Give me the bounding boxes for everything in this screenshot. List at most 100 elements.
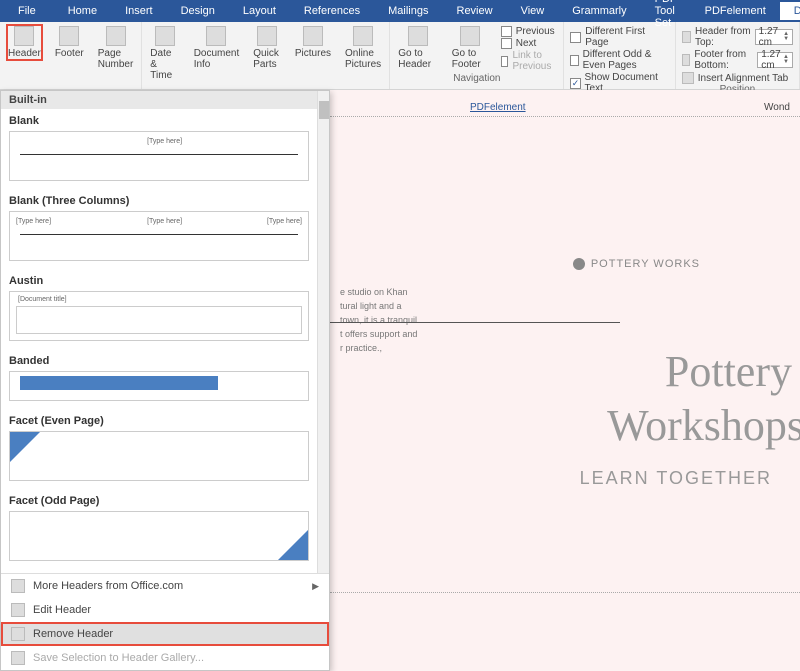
more-headers-label: More Headers from Office.com	[33, 580, 183, 592]
online-pictures-label: Online Pictures	[345, 48, 381, 70]
footer-from-bottom-row: Footer from Bottom: 1.27 cm▲▼	[682, 49, 793, 71]
spinner-icon[interactable]: ▲▼	[783, 32, 789, 42]
header-gallery-dropdown: Built-in Blank [Type here] Blank (Three …	[0, 90, 330, 671]
item-facet-odd-label: Facet (Odd Page)	[1, 489, 317, 509]
footer-from-bottom-input[interactable]: 1.27 cm▲▼	[757, 52, 793, 68]
header-link-pdfelement[interactable]: PDFelement	[470, 102, 526, 113]
item-facet-even-label: Facet (Even Page)	[1, 409, 317, 429]
ribbon-group-insert: Date & Time Document Info Quick Parts Pi…	[142, 22, 390, 89]
document-info-icon	[206, 26, 226, 46]
footer-bottom-icon	[682, 54, 691, 66]
online-pictures-icon	[353, 26, 373, 46]
tab-references[interactable]: References	[290, 2, 374, 20]
remove-header-label: Remove Header	[33, 628, 113, 640]
quick-parts-button[interactable]: Quick Parts	[251, 24, 283, 72]
header-icon	[14, 26, 34, 46]
item-blank-3col-label: Blank (Three Columns)	[1, 189, 317, 209]
link-label: Link to Previous	[512, 50, 557, 72]
save-icon	[11, 651, 25, 665]
tab-file[interactable]: File	[0, 2, 54, 20]
more-headers-button[interactable]: More Headers from Office.com ▶	[1, 574, 329, 598]
item-blank-3col-preview[interactable]: [Type here] [Type here] [Type here]	[9, 211, 309, 261]
goto-footer-icon	[460, 26, 480, 46]
header-button[interactable]: Header	[6, 24, 43, 61]
online-pictures-button[interactable]: Online Pictures	[343, 24, 383, 72]
item-austin-preview[interactable]: [Document title]	[9, 291, 309, 341]
insert-alignment-tab-button[interactable]: Insert Alignment Tab	[682, 72, 793, 84]
ribbon-group-position: Header from Top: 1.27 cm▲▼ Footer from B…	[676, 22, 800, 89]
subtitle-learn: LEARN TOGETHER	[580, 468, 772, 489]
gallery-footer: More Headers from Office.com ▶ Edit Head…	[1, 573, 329, 670]
tab-layout[interactable]: Layout	[229, 2, 290, 20]
tab-design[interactable]: Design	[167, 2, 229, 20]
header-boundary	[330, 116, 800, 117]
goto-header-label: Go to Header	[398, 48, 438, 70]
placeholder-text: [Document title]	[18, 296, 67, 303]
gallery-scrollbar[interactable]	[317, 91, 329, 573]
footer-icon	[59, 26, 79, 46]
item-blank-preview[interactable]: [Type here]	[9, 131, 309, 181]
tab-insert[interactable]: Insert	[111, 2, 167, 20]
edit-header-button[interactable]: Edit Header	[1, 598, 329, 622]
header-from-top-input[interactable]: 1.27 cm▲▼	[755, 29, 793, 45]
tab-grammarly[interactable]: Grammarly	[558, 2, 640, 20]
diff-first-label: Different First Page	[585, 26, 669, 48]
tab-pdfelement[interactable]: PDFelement	[691, 2, 780, 20]
link-icon	[501, 56, 509, 67]
document-surface: PDFelement Wond e studio on Khan tural l…	[330, 90, 800, 671]
header-top-value: 1.27 cm	[759, 26, 783, 48]
group-label-insert	[148, 83, 383, 87]
tab-view[interactable]: View	[507, 2, 559, 20]
tab-home[interactable]: Home	[54, 2, 111, 20]
item-facet-even-preview[interactable]	[9, 431, 309, 481]
link-to-previous-button[interactable]: Link to Previous	[501, 50, 558, 72]
page-number-button[interactable]: Page Number	[96, 24, 136, 72]
gallery-scroll: Built-in Blank [Type here] Blank (Three …	[1, 91, 329, 573]
item-facet-odd-preview[interactable]	[9, 511, 309, 561]
remove-header-button[interactable]: Remove Header	[1, 622, 329, 646]
pictures-icon	[303, 26, 323, 46]
ribbon-group-header-footer: Header Footer Page Number	[0, 22, 142, 89]
footer-bottom-label: Footer from Bottom:	[694, 49, 753, 71]
footer-boundary	[330, 592, 800, 593]
item-banded-preview[interactable]	[9, 371, 309, 401]
scrollbar-thumb[interactable]	[319, 101, 329, 119]
tab-mailings[interactable]: Mailings	[374, 2, 442, 20]
title-pottery: Pottery	[665, 346, 792, 397]
previous-label: Previous	[516, 26, 555, 37]
item-blank-label: Blank	[1, 109, 317, 129]
title-workshops: Workshops	[607, 400, 800, 451]
header-top-icon	[682, 31, 691, 43]
next-button[interactable]: Next	[501, 38, 558, 49]
office-icon	[11, 579, 25, 593]
tab-header-footer-design[interactable]: Design	[780, 2, 800, 20]
placeholder-text: [Type here]	[267, 218, 302, 225]
quick-parts-icon	[257, 26, 277, 46]
item-austin-label: Austin	[1, 269, 317, 289]
edit-header-label: Edit Header	[33, 604, 91, 616]
group-label-hf	[6, 73, 135, 87]
checkbox-icon	[570, 55, 578, 66]
date-time-button[interactable]: Date & Time	[148, 24, 181, 83]
goto-header-icon	[408, 26, 428, 46]
placeholder-text: [Type here]	[147, 218, 182, 225]
goto-footer-button[interactable]: Go to Footer	[450, 24, 491, 72]
tab-review[interactable]: Review	[443, 2, 507, 20]
ribbon-group-options: Different First Page Different Odd & Eve…	[564, 22, 675, 89]
previous-button[interactable]: Previous	[501, 26, 558, 37]
pictures-button[interactable]: Pictures	[293, 24, 333, 61]
brand-text: POTTERY WORKS	[591, 258, 700, 270]
placeholder-text: [Type here]	[147, 138, 182, 145]
checkbox-icon	[570, 32, 581, 43]
diff-oe-label: Different Odd & Even Pages	[583, 49, 669, 71]
different-first-page-checkbox[interactable]: Different First Page	[570, 26, 668, 48]
goto-header-button[interactable]: Go to Header	[396, 24, 440, 72]
spinner-icon[interactable]: ▲▼	[783, 55, 789, 65]
different-odd-even-checkbox[interactable]: Different Odd & Even Pages	[570, 49, 668, 71]
document-info-button[interactable]: Document Info	[192, 24, 242, 72]
footer-button[interactable]: Footer	[53, 24, 86, 61]
brand-logo-icon	[573, 258, 585, 270]
remove-icon	[11, 627, 25, 641]
item-banded-label: Banded	[1, 349, 317, 369]
ribbon: Header Footer Page Number Date & Time Do…	[0, 22, 800, 90]
